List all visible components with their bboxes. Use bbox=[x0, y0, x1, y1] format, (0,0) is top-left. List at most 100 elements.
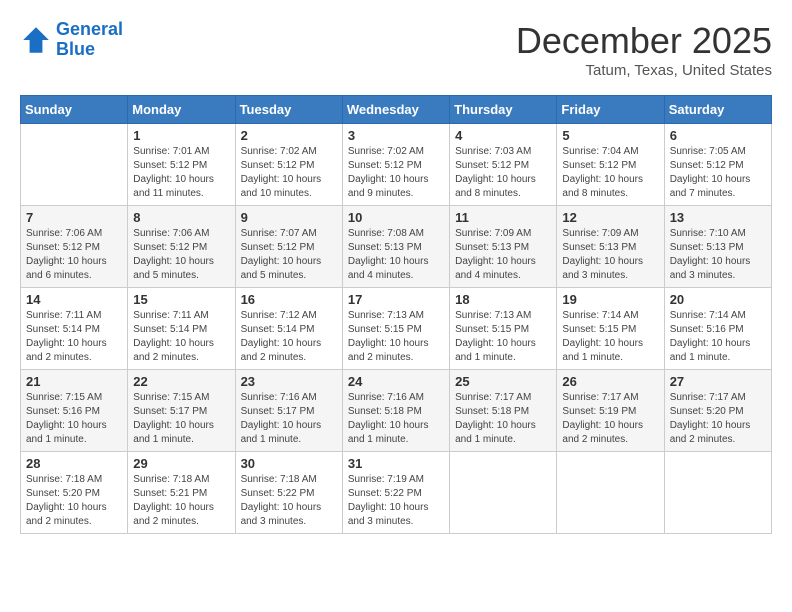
cell-info: Sunrise: 7:02 AM Sunset: 5:12 PM Dayligh… bbox=[241, 145, 337, 201]
calendar-cell: 18Sunrise: 7:13 AM Sunset: 5:15 PM Dayli… bbox=[450, 288, 557, 370]
location: Tatum, Texas, United States bbox=[516, 62, 772, 79]
calendar-cell: 12 Sunrise: 7:09 AM Sunset: 5:13 PM Dayli… bbox=[557, 206, 664, 288]
calendar-cell: 4Sunrise: 7:03 AM Sunset: 5:12 PM Daylig… bbox=[450, 124, 557, 206]
day-number: 7 bbox=[26, 210, 122, 225]
logo: General Blue bbox=[20, 20, 123, 60]
week-row-4: 21Sunrise: 7:15 AM Sunset: 5:16 PM Dayli… bbox=[21, 370, 772, 452]
day-number: 11 bbox=[455, 210, 551, 225]
cell-info: Sunrise: 7:16 AM Sunset: 5:17 PM Dayligh… bbox=[241, 391, 337, 447]
calendar-cell: 5 Sunrise: 7:04 AM Sunset: 5:12 PM Daylig… bbox=[557, 124, 664, 206]
weekday-header-sunday: Sunday bbox=[21, 96, 128, 124]
calendar-cell: 30Sunrise: 7:18 AM Sunset: 5:22 PM Dayli… bbox=[235, 452, 342, 534]
day-number: 3 bbox=[348, 128, 444, 143]
calendar-cell: 20 Sunrise: 7:14 AM Sunset: 5:16 PM Dayli… bbox=[664, 288, 771, 370]
logo-line2: Blue bbox=[56, 39, 95, 59]
day-number: 12 bbox=[562, 210, 658, 225]
calendar-cell: 28 Sunrise: 7:18 AM Sunset: 5:20 PM Dayli… bbox=[21, 452, 128, 534]
calendar-cell: 21Sunrise: 7:15 AM Sunset: 5:16 PM Dayli… bbox=[21, 370, 128, 452]
calendar-cell: 17Sunrise: 7:13 AM Sunset: 5:15 PM Dayli… bbox=[342, 288, 449, 370]
cell-info: Sunrise: 7:15 AM Sunset: 5:16 PM Dayligh… bbox=[26, 391, 122, 447]
calendar-cell: 10Sunrise: 7:08 AM Sunset: 5:13 PM Dayli… bbox=[342, 206, 449, 288]
day-number: 2 bbox=[241, 128, 337, 143]
day-number: 9 bbox=[241, 210, 337, 225]
calendar-cell bbox=[664, 452, 771, 534]
day-number: 23 bbox=[241, 374, 337, 389]
cell-info: Sunrise: 7:19 AM Sunset: 5:22 PM Dayligh… bbox=[348, 473, 444, 529]
calendar-cell: 15Sunrise: 7:11 AM Sunset: 5:14 PM Dayli… bbox=[128, 288, 235, 370]
cell-info: Sunrise: 7:05 AM Sunset: 5:12 PM Dayligh… bbox=[670, 145, 766, 201]
calendar-cell: 24Sunrise: 7:16 AM Sunset: 5:18 PM Dayli… bbox=[342, 370, 449, 452]
cell-info: Sunrise: 7:13 AM Sunset: 5:15 PM Dayligh… bbox=[455, 309, 551, 365]
calendar-cell: 19Sunrise: 7:14 AM Sunset: 5:15 PM Dayli… bbox=[557, 288, 664, 370]
day-number: 13 bbox=[670, 210, 766, 225]
cell-info: Sunrise: 7:11 AM Sunset: 5:14 PM Dayligh… bbox=[26, 309, 122, 365]
cell-info: Sunrise: 7:08 AM Sunset: 5:13 PM Dayligh… bbox=[348, 227, 444, 283]
calendar-cell: 22 Sunrise: 7:15 AM Sunset: 5:17 PM Dayli… bbox=[128, 370, 235, 452]
calendar-cell: 2 Sunrise: 7:02 AM Sunset: 5:12 PM Daylig… bbox=[235, 124, 342, 206]
cell-info: Sunrise: 7:17 AM Sunset: 5:20 PM Dayligh… bbox=[670, 391, 766, 447]
day-number: 28 bbox=[26, 456, 122, 471]
cell-info: Sunrise: 7:10 AM Sunset: 5:13 PM Dayligh… bbox=[670, 227, 766, 283]
calendar-cell: 8 Sunrise: 7:06 AM Sunset: 5:12 PM Daylig… bbox=[128, 206, 235, 288]
calendar-cell bbox=[557, 452, 664, 534]
cell-info: Sunrise: 7:18 AM Sunset: 5:20 PM Dayligh… bbox=[26, 473, 122, 529]
calendar-cell: 31Sunrise: 7:19 AM Sunset: 5:22 PM Dayli… bbox=[342, 452, 449, 534]
day-number: 19 bbox=[562, 292, 658, 307]
cell-info: Sunrise: 7:18 AM Sunset: 5:21 PM Dayligh… bbox=[133, 473, 229, 529]
calendar-cell: 25 Sunrise: 7:17 AM Sunset: 5:18 PM Dayli… bbox=[450, 370, 557, 452]
cell-info: Sunrise: 7:09 AM Sunset: 5:13 PM Dayligh… bbox=[455, 227, 551, 283]
calendar-cell: 9 Sunrise: 7:07 AM Sunset: 5:12 PM Daylig… bbox=[235, 206, 342, 288]
day-number: 27 bbox=[670, 374, 766, 389]
weekday-header-saturday: Saturday bbox=[664, 96, 771, 124]
calendar-cell bbox=[450, 452, 557, 534]
cell-info: Sunrise: 7:01 AM Sunset: 5:12 PM Dayligh… bbox=[133, 145, 229, 201]
cell-info: Sunrise: 7:14 AM Sunset: 5:16 PM Dayligh… bbox=[670, 309, 766, 365]
calendar: SundayMondayTuesdayWednesdayThursdayFrid… bbox=[20, 95, 772, 534]
week-row-5: 28 Sunrise: 7:18 AM Sunset: 5:20 PM Dayli… bbox=[21, 452, 772, 534]
day-number: 29 bbox=[133, 456, 229, 471]
calendar-cell: 11 Sunrise: 7:09 AM Sunset: 5:13 PM Dayli… bbox=[450, 206, 557, 288]
cell-info: Sunrise: 7:11 AM Sunset: 5:14 PM Dayligh… bbox=[133, 309, 229, 365]
cell-info: Sunrise: 7:02 AM Sunset: 5:12 PM Dayligh… bbox=[348, 145, 444, 201]
day-number: 6 bbox=[670, 128, 766, 143]
day-number: 8 bbox=[133, 210, 229, 225]
day-number: 17 bbox=[348, 292, 444, 307]
day-number: 16 bbox=[241, 292, 337, 307]
week-row-1: 1 Sunrise: 7:01 AM Sunset: 5:12 PM Daylig… bbox=[21, 124, 772, 206]
cell-info: Sunrise: 7:18 AM Sunset: 5:22 PM Dayligh… bbox=[241, 473, 337, 529]
month-title: December 2025 bbox=[516, 20, 772, 62]
cell-info: Sunrise: 7:06 AM Sunset: 5:12 PM Dayligh… bbox=[133, 227, 229, 283]
cell-info: Sunrise: 7:03 AM Sunset: 5:12 PM Dayligh… bbox=[455, 145, 551, 201]
calendar-cell: 13 Sunrise: 7:10 AM Sunset: 5:13 PM Dayli… bbox=[664, 206, 771, 288]
cell-info: Sunrise: 7:04 AM Sunset: 5:12 PM Dayligh… bbox=[562, 145, 658, 201]
day-number: 26 bbox=[562, 374, 658, 389]
day-number: 24 bbox=[348, 374, 444, 389]
calendar-cell bbox=[21, 124, 128, 206]
title-area: December 2025 Tatum, Texas, United State… bbox=[516, 20, 772, 79]
cell-info: Sunrise: 7:07 AM Sunset: 5:12 PM Dayligh… bbox=[241, 227, 337, 283]
day-number: 25 bbox=[455, 374, 551, 389]
cell-info: Sunrise: 7:09 AM Sunset: 5:13 PM Dayligh… bbox=[562, 227, 658, 283]
calendar-cell: 26 Sunrise: 7:17 AM Sunset: 5:19 PM Dayli… bbox=[557, 370, 664, 452]
calendar-cell: 23 Sunrise: 7:16 AM Sunset: 5:17 PM Dayli… bbox=[235, 370, 342, 452]
header: General Blue December 2025 Tatum, Texas,… bbox=[20, 20, 772, 79]
calendar-cell: 29 Sunrise: 7:18 AM Sunset: 5:21 PM Dayli… bbox=[128, 452, 235, 534]
logo-text: General Blue bbox=[56, 20, 123, 60]
day-number: 1 bbox=[133, 128, 229, 143]
week-row-2: 7 Sunrise: 7:06 AM Sunset: 5:12 PM Daylig… bbox=[21, 206, 772, 288]
cell-info: Sunrise: 7:15 AM Sunset: 5:17 PM Dayligh… bbox=[133, 391, 229, 447]
calendar-cell: 16 Sunrise: 7:12 AM Sunset: 5:14 PM Dayli… bbox=[235, 288, 342, 370]
logo-line1: General bbox=[56, 19, 123, 39]
calendar-cell: 14 Sunrise: 7:11 AM Sunset: 5:14 PM Dayli… bbox=[21, 288, 128, 370]
weekday-header-tuesday: Tuesday bbox=[235, 96, 342, 124]
cell-info: Sunrise: 7:17 AM Sunset: 5:18 PM Dayligh… bbox=[455, 391, 551, 447]
day-number: 22 bbox=[133, 374, 229, 389]
calendar-cell: 3 Sunrise: 7:02 AM Sunset: 5:12 PM Daylig… bbox=[342, 124, 449, 206]
cell-info: Sunrise: 7:17 AM Sunset: 5:19 PM Dayligh… bbox=[562, 391, 658, 447]
day-number: 20 bbox=[670, 292, 766, 307]
day-number: 5 bbox=[562, 128, 658, 143]
weekday-header-thursday: Thursday bbox=[450, 96, 557, 124]
cell-info: Sunrise: 7:12 AM Sunset: 5:14 PM Dayligh… bbox=[241, 309, 337, 365]
day-number: 14 bbox=[26, 292, 122, 307]
logo-icon bbox=[20, 24, 52, 56]
